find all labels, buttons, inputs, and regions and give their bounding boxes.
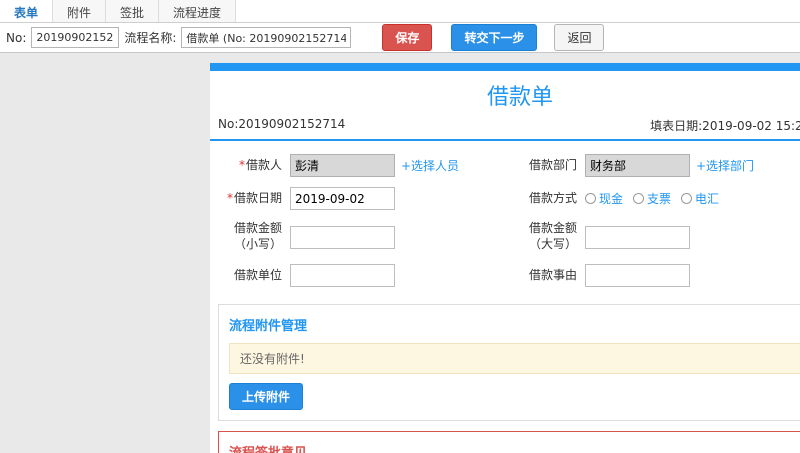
form-date-text: 填表日期:2019-09-02 15:27:1 — [650, 119, 800, 133]
loan-unit-label: 借款单位 — [233, 267, 282, 282]
approval-section: 流程签批意见 B I abc ✎ ∞ ⚑ ≡ ☰ ⇤ ⇥ “ — [218, 431, 800, 453]
attachment-empty-message: 还没有附件! — [229, 343, 800, 374]
select-person-link[interactable]: +选择人员 — [401, 157, 459, 174]
loan-date-label: *借款日期 — [218, 191, 290, 207]
form-title: 借款单 — [486, 85, 553, 110]
radio-cheque[interactable]: 支票 — [633, 190, 671, 207]
toolbar: No: 流程名称: 保存 转交下一步 返回 — [0, 23, 800, 53]
dept-input[interactable] — [585, 154, 690, 177]
panel-accent-bar — [210, 63, 800, 71]
radio-cash[interactable]: 现金 — [585, 190, 623, 207]
amount-big-input[interactable] — [585, 225, 690, 249]
main-area: 借款单 No:20190902152714 填表日期:2019-09-02 15… — [0, 54, 800, 453]
tab-sign-approve[interactable]: 签批 — [106, 0, 160, 22]
loan-form-panel: 借款单 No:20190902152714 填表日期:2019-09-02 15… — [210, 63, 800, 453]
form-row-amounts: 借款金额（小写） 借款金额（大写） — [218, 215, 800, 259]
radio-wire-transfer[interactable]: 电汇 — [681, 190, 719, 207]
select-dept-link[interactable]: +选择部门 — [696, 157, 754, 174]
radio-cheque-label: 支票 — [647, 192, 672, 206]
next-step-button[interactable]: 转交下一步 — [451, 24, 538, 51]
amount-small-input[interactable] — [290, 225, 395, 249]
loan-method-label: 借款方式 — [528, 190, 577, 205]
borrower-label-text: 借款人 — [245, 157, 282, 172]
loan-form: *借款人 +选择人员 借款部门 +选择部门 *借款日期 — [210, 141, 800, 294]
no-label: No: — [6, 30, 27, 45]
no-input[interactable] — [31, 27, 120, 48]
form-row-date-method: *借款日期 借款方式 现金 支票 — [218, 182, 800, 215]
approval-section-title: 流程签批意见 — [229, 442, 800, 453]
back-button[interactable]: 返回 — [554, 24, 605, 51]
radio-circle-icon — [633, 193, 645, 204]
radio-circle-icon — [681, 193, 693, 204]
top-tab-bar: 表单 附件 签批 流程进度 — [0, 0, 800, 23]
loan-method-radio-group: 现金 支票 电汇 — [585, 190, 719, 207]
loan-reason-input[interactable] — [585, 264, 690, 287]
amount-small-label: 借款金额（小写） — [233, 221, 282, 251]
loan-date-input[interactable] — [290, 187, 395, 210]
form-no-text: No:20190902152714 — [218, 117, 346, 131]
attachment-section-title: 流程附件管理 — [229, 319, 308, 334]
radio-wire-transfer-label: 电汇 — [695, 192, 720, 206]
dept-label: 借款部门 — [528, 157, 577, 172]
loan-date-label-text: 借款日期 — [233, 190, 282, 205]
amount-big-label: 借款金额（大写） — [528, 221, 577, 251]
form-row-borrower-dept: *借款人 +选择人员 借款部门 +选择部门 — [218, 149, 800, 182]
loan-reason-label: 借款事由 — [528, 267, 577, 282]
form-row-unit-reason: 借款单位 借款事由 — [218, 259, 800, 292]
required-asterisk: * — [226, 190, 233, 205]
borrower-input[interactable] — [290, 154, 395, 177]
borrower-label: *借款人 — [218, 158, 290, 174]
required-asterisk: * — [238, 157, 245, 172]
save-button[interactable]: 保存 — [382, 24, 433, 51]
radio-cash-label: 现金 — [599, 192, 624, 206]
tab-form[interactable]: 表单 — [0, 0, 54, 22]
process-name-label: 流程名称: — [124, 31, 177, 45]
tab-process-progress[interactable]: 流程进度 — [159, 0, 237, 22]
loan-unit-input[interactable] — [290, 264, 395, 287]
process-name-input[interactable] — [181, 27, 352, 48]
upload-attachment-button[interactable]: 上传附件 — [229, 383, 304, 410]
tab-attachment[interactable]: 附件 — [53, 0, 107, 22]
attachment-section: 流程附件管理 还没有附件! 上传附件 — [218, 304, 800, 421]
radio-circle-icon — [585, 193, 596, 204]
